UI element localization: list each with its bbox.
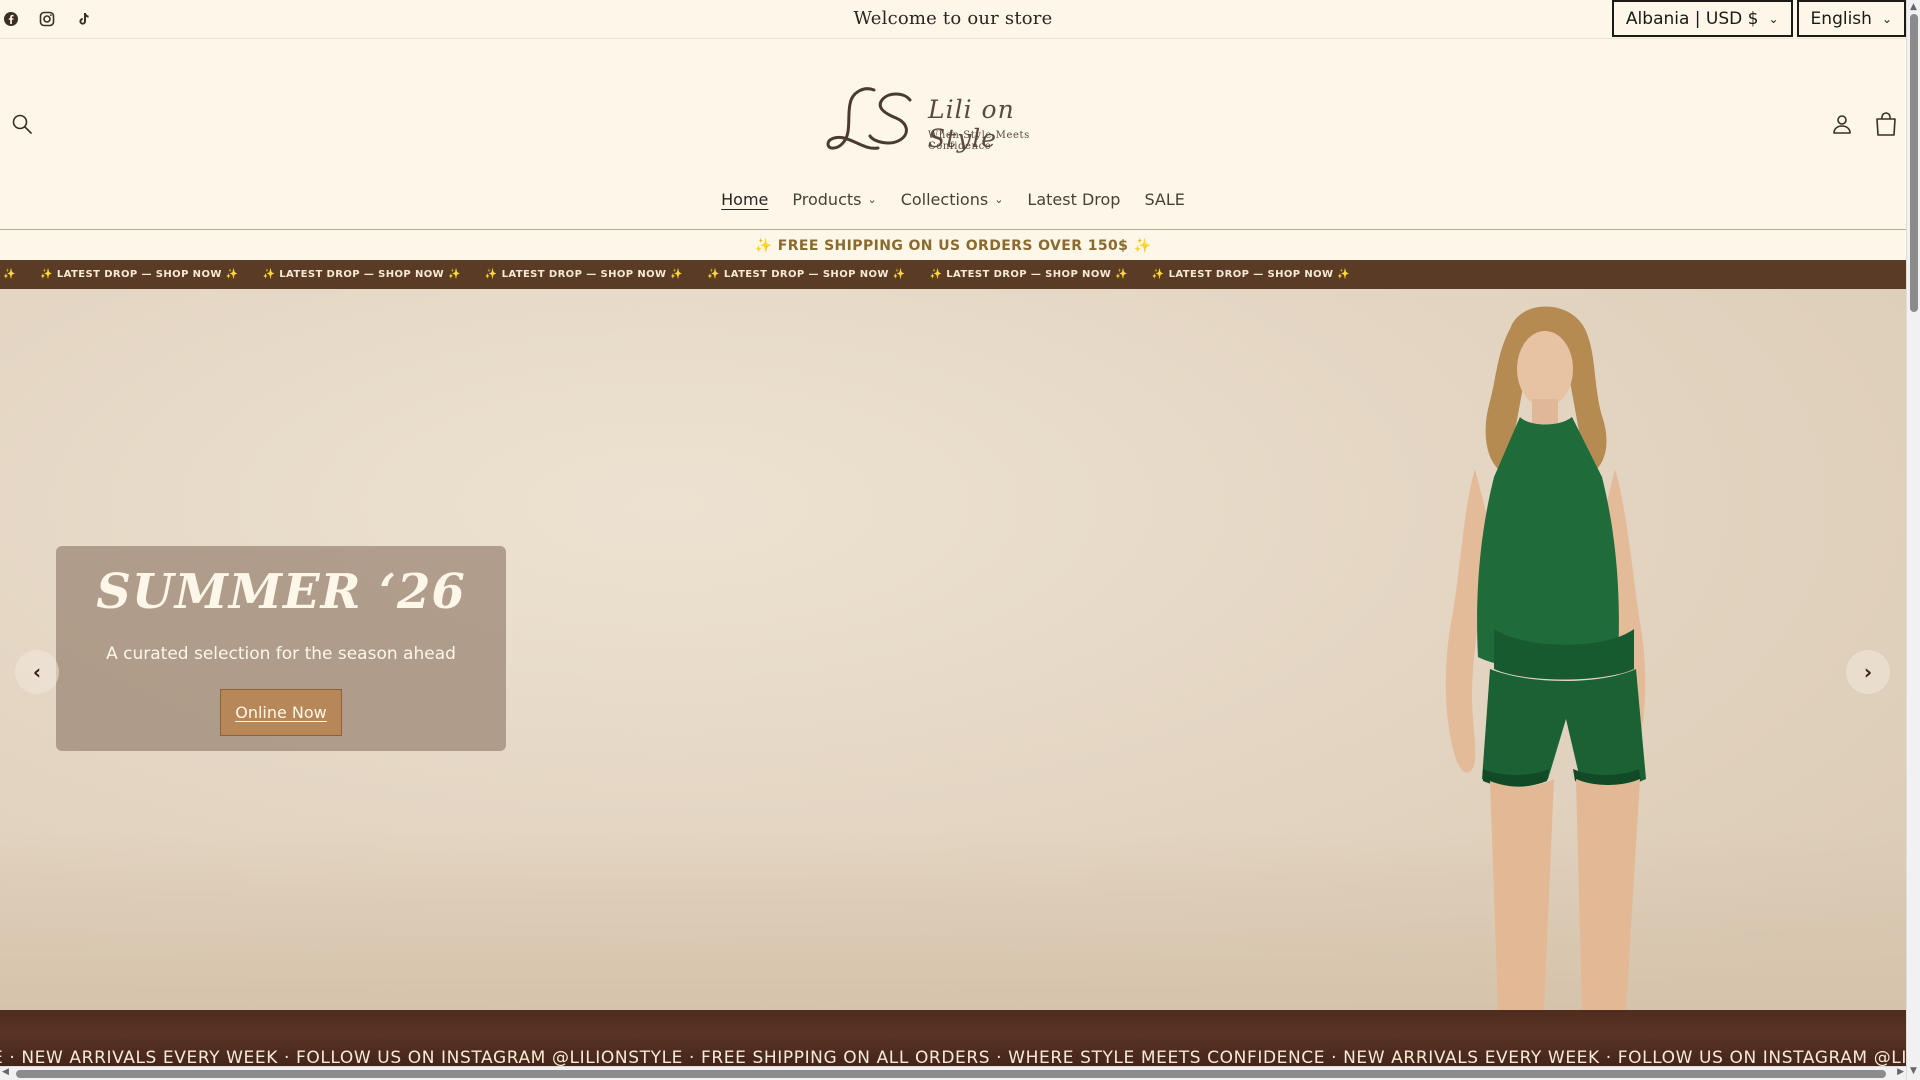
hero-model-image: [1445, 306, 1646, 1010]
marquee-track: W ✨ ✨ LATEST DROP — SHOP NOW ✨ ✨ LATEST …: [0, 260, 1350, 289]
marquee-chip: ✨ LATEST DROP — SHOP NOW ✨: [484, 269, 684, 280]
nav-item-label: Collections: [900, 190, 989, 209]
cart-icon[interactable]: [1874, 111, 1898, 137]
chevron-down-icon: ⌄: [994, 193, 1004, 206]
logo-monogram-icon: [826, 87, 912, 150]
horizontal-scrollbar-thumb[interactable]: [16, 1070, 1886, 1078]
chevron-right-icon: ›: [1863, 660, 1873, 684]
store-logo[interactable]: Lili on Style When Style Meets Confidenc…: [822, 80, 1082, 160]
chevron-down-icon: ⌄: [1768, 11, 1779, 26]
scroll-down-icon[interactable]: ▼: [1910, 1066, 1917, 1076]
online-now-button[interactable]: Online Now: [220, 689, 342, 736]
marquee-chip: ✨ LATEST DROP — SHOP NOW ✨: [707, 269, 906, 280]
hero-caption: SUMMER ‘26 A curated selection for the s…: [56, 546, 506, 751]
marquee-chip: ✨ LATEST DROP — SHOP NOW ✨: [929, 269, 1128, 280]
storefront-page: Welcome to our store Albania | USD $ ⌄ E…: [0, 0, 1906, 1080]
site-header: Lili on Style When Style Meets Confidenc…: [0, 40, 1906, 230]
announcement-marquee[interactable]: E · NEW ARRIVALS EVERY WEEK · FOLLOW US …: [0, 1010, 1906, 1072]
vertical-scrollbar-thumb[interactable]: [1910, 14, 1918, 312]
utility-bar: Welcome to our store Albania | USD $ ⌄ E…: [0, 0, 1906, 39]
country-currency-value: Albania | USD $: [1625, 8, 1759, 29]
nav-item-label: Home: [721, 190, 769, 209]
hero-subtitle: A curated selection for the season ahead: [106, 644, 456, 664]
logo-tagline: When Style Meets Confidence: [928, 130, 1030, 152]
chevron-left-icon: ‹: [32, 660, 42, 684]
scroll-left-icon[interactable]: ◀: [2, 1067, 9, 1077]
account-icon[interactable]: [1830, 112, 1854, 136]
slide-previous-button[interactable]: ‹: [15, 650, 59, 694]
nav-item-collections[interactable]: Collections ⌄: [901, 188, 1004, 211]
nav-item-latest-drop[interactable]: Latest Drop: [1027, 188, 1120, 211]
search-icon[interactable]: [10, 112, 34, 136]
nav-item-label: Latest Drop: [1027, 190, 1121, 209]
nav-item-label: Products: [792, 190, 862, 209]
nav-item-home[interactable]: Home: [721, 188, 768, 211]
latest-drop-marquee[interactable]: W ✨ ✨ LATEST DROP — SHOP NOW ✨ ✨ LATEST …: [0, 260, 1906, 289]
marquee-chip: ✨ LATEST DROP — SHOP NOW ✨: [262, 269, 461, 280]
nav-item-products[interactable]: Products ⌄: [792, 188, 876, 211]
online-now-label: Online Now: [235, 703, 327, 722]
marquee-chip: W ✨: [0, 269, 17, 280]
chevron-down-icon: ⌄: [867, 193, 877, 206]
scroll-up-icon[interactable]: ▲: [1910, 2, 1917, 12]
hero-title: SUMMER ‘26: [96, 564, 466, 620]
language-value: English: [1810, 8, 1872, 29]
vertical-scrollbar[interactable]: ▲ ▼: [1906, 0, 1920, 1080]
localization-selectors: Albania | USD $ ⌄ English ⌄: [1611, 0, 1906, 37]
language-selector[interactable]: English ⌄: [1796, 0, 1906, 37]
hero-slideshow: SUMMER ‘26 A curated selection for the s…: [0, 289, 1906, 1010]
scroll-right-icon[interactable]: ▶: [1897, 1067, 1904, 1077]
nav-item-sale[interactable]: SALE: [1144, 188, 1184, 211]
announcement-marquee-text: E · NEW ARRIVALS EVERY WEEK · FOLLOW US …: [0, 1048, 1906, 1068]
country-currency-selector[interactable]: Albania | USD $ ⌄: [1611, 0, 1793, 37]
slide-next-button[interactable]: ›: [1846, 650, 1890, 694]
nav-item-label: SALE: [1144, 190, 1185, 209]
shipping-banner: ✨ FREE SHIPPING ON US ORDERS OVER 150$ ✨: [754, 238, 1152, 254]
marquee-chip: ✨ LATEST DROP — SHOP NOW ✨: [1151, 269, 1351, 280]
marquee-chip: ✨ LATEST DROP — SHOP NOW ✨: [40, 269, 239, 280]
chevron-down-icon: ⌄: [1881, 11, 1892, 26]
main-navigation: Home Products ⌄ Collections ⌄ Latest Dro…: [0, 188, 1906, 211]
horizontal-scrollbar[interactable]: ◀ ▶: [0, 1066, 1906, 1080]
